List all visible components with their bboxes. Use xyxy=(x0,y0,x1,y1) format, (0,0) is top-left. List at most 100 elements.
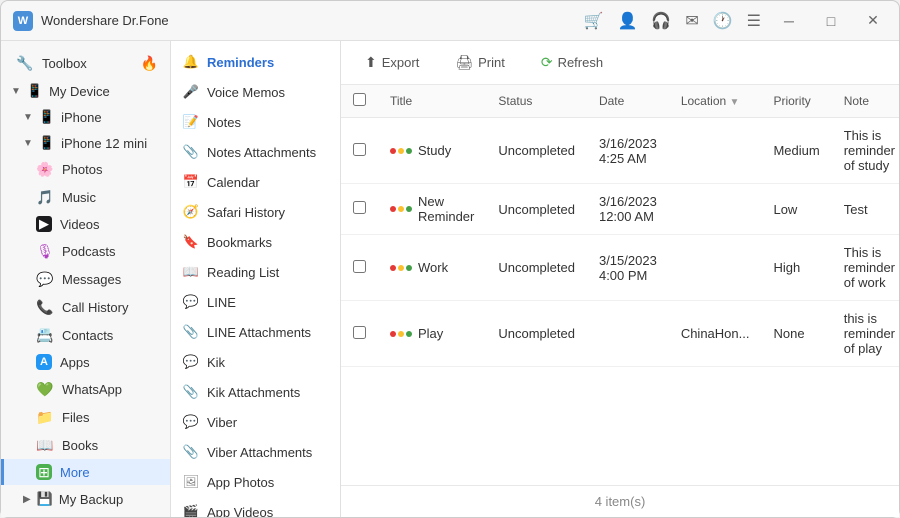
refresh-button[interactable]: ⟳ Refresh xyxy=(533,50,611,75)
row-checkbox-0[interactable] xyxy=(353,143,366,156)
history-icon[interactable]: 🕐 xyxy=(713,11,733,31)
minimize-button[interactable]: ─ xyxy=(775,7,803,35)
mid-label-bookmarks: Bookmarks xyxy=(207,235,272,250)
sidebar-item-apps[interactable]: A Apps xyxy=(1,349,170,375)
reminders-icon: 🔔 xyxy=(183,54,199,70)
sidebar-item-mydevice[interactable]: ▼ 📱 My Device xyxy=(1,77,170,103)
titlebar-actions: 🛒 👤 🎧 ✉ 🕐 ☰ ─ □ ✕ xyxy=(584,7,887,35)
sidebar-item-whatsapp[interactable]: 💚 WhatsApp xyxy=(1,375,170,403)
sidebar-item-callhistory[interactable]: 📞 Call History xyxy=(1,293,170,321)
mid-item-safarihistory[interactable]: 🧭 Safari History xyxy=(171,197,340,227)
sidebar-item-iphone[interactable]: ▼ 📱 iPhone xyxy=(1,103,170,129)
sidebar-item-files[interactable]: 📁 Files xyxy=(1,403,170,431)
toggle-icon: ▼ xyxy=(11,86,21,97)
mid-item-line[interactable]: 💬 LINE xyxy=(171,287,340,317)
mid-item-notes[interactable]: 📝 Notes xyxy=(171,107,340,137)
table-row[interactable]: New Reminder Uncompleted 3/16/2023 12:00… xyxy=(341,184,899,235)
kik-icon: 💬 xyxy=(183,354,199,370)
viber-icon: 💬 xyxy=(183,414,199,430)
user-icon[interactable]: 👤 xyxy=(617,11,637,31)
sidebar-label-videos: Videos xyxy=(60,217,100,232)
export-button[interactable]: ⬆ Export xyxy=(357,50,427,75)
sidebar-item-toolbox[interactable]: 🔧 Toolbox 🔥 xyxy=(1,49,170,77)
sidebar-label-mybackup: My Backup xyxy=(59,492,123,507)
line-icon: 💬 xyxy=(183,294,199,310)
whatsapp-icon: 💚 xyxy=(36,380,54,398)
table-row[interactable]: Study Uncompleted 3/16/2023 4:25 AM Medi… xyxy=(341,118,899,184)
toggle-iphone-icon: ▼ xyxy=(23,112,33,123)
sidebar-item-podcasts[interactable]: 🎙 Podcasts xyxy=(1,237,170,265)
sidebar-item-mybackup[interactable]: ▶ 💾 My Backup xyxy=(1,485,170,511)
row-location xyxy=(669,118,762,184)
podcasts-icon: 🎙 xyxy=(36,242,54,260)
sidebar-item-books[interactable]: 📖 Books xyxy=(1,431,170,459)
table-row[interactable]: Play Uncompleted ChinaHon... None this i… xyxy=(341,301,899,367)
apps-icon: A xyxy=(36,354,52,370)
mail-icon[interactable]: ✉ xyxy=(685,11,698,31)
row-date xyxy=(587,301,669,367)
mid-label-notes: Notes xyxy=(207,115,241,130)
row-status: Uncompleted xyxy=(486,184,587,235)
menu-icon[interactable]: ☰ xyxy=(747,11,761,31)
row-checkbox-cell xyxy=(341,235,378,301)
maximize-button[interactable]: □ xyxy=(817,7,845,35)
sidebar-item-photos[interactable]: 🌸 Photos xyxy=(1,155,170,183)
print-label: Print xyxy=(478,55,505,70)
mid-item-appphotos[interactable]: 🖼 App Photos xyxy=(171,467,340,497)
mid-item-kikattachments[interactable]: 📎 Kik Attachments xyxy=(171,377,340,407)
mid-item-kik[interactable]: 💬 Kik xyxy=(171,347,340,377)
mid-item-voicememos[interactable]: 🎤 Voice Memos xyxy=(171,77,340,107)
headphone-icon[interactable]: 🎧 xyxy=(651,11,671,31)
row-status: Uncompleted xyxy=(486,301,587,367)
calendar-icon: 📅 xyxy=(183,174,199,190)
sidebar-item-music[interactable]: 🎵 Music xyxy=(1,183,170,211)
export-label: Export xyxy=(382,55,420,70)
mid-item-appvideos[interactable]: 🎬 App Videos xyxy=(171,497,340,517)
location-sort-icon: ▼ xyxy=(730,97,740,108)
sidebar-label-toolbox: Toolbox xyxy=(42,56,87,71)
cart-icon[interactable]: 🛒 xyxy=(584,11,604,31)
appphotos-icon: 🖼 xyxy=(183,474,199,490)
sidebar-label-files: Files xyxy=(62,410,89,425)
header-date: Date xyxy=(587,85,669,118)
mid-panel: 🔔 Reminders 🎤 Voice Memos 📝 Notes 📎 Note… xyxy=(171,41,341,517)
voicememos-icon: 🎤 xyxy=(183,84,199,100)
row-note: This is reminder of study xyxy=(832,118,899,184)
content-area: ⬆ Export 🖨 Print ⟳ Refresh Title xyxy=(341,41,899,517)
refresh-label: Refresh xyxy=(558,55,604,70)
sidebar-item-more[interactable]: ⊞ More xyxy=(1,459,170,485)
mid-item-notesattachments[interactable]: 📎 Notes Attachments xyxy=(171,137,340,167)
mid-label-safarihistory: Safari History xyxy=(207,205,285,220)
sidebar-label-iphone12: iPhone 12 mini xyxy=(61,136,147,151)
sidebar-label-more: More xyxy=(60,465,90,480)
row-checkbox-1[interactable] xyxy=(353,201,366,214)
refresh-icon: ⟳ xyxy=(541,54,553,71)
mid-label-line: LINE xyxy=(207,295,236,310)
toggle-mybackup-icon: ▶ xyxy=(23,494,31,505)
safarihistory-icon: 🧭 xyxy=(183,204,199,220)
mid-item-viberattachments[interactable]: 📎 Viber Attachments xyxy=(171,437,340,467)
sidebar-item-contacts[interactable]: 📇 Contacts xyxy=(1,321,170,349)
readinglist-icon: 📖 xyxy=(183,264,199,280)
mid-item-lineattachments[interactable]: 📎 LINE Attachments xyxy=(171,317,340,347)
sidebar-item-videos[interactable]: ▶ Videos xyxy=(1,211,170,237)
row-date: 3/16/2023 4:25 AM xyxy=(587,118,669,184)
close-button[interactable]: ✕ xyxy=(859,7,887,35)
music-icon: 🎵 xyxy=(36,188,54,206)
row-checkbox-2[interactable] xyxy=(353,260,366,273)
header-location[interactable]: Location ▼ xyxy=(669,85,762,118)
mid-item-readinglist[interactable]: 📖 Reading List xyxy=(171,257,340,287)
select-all-checkbox[interactable] xyxy=(353,93,366,106)
mid-item-bookmarks[interactable]: 🔖 Bookmarks xyxy=(171,227,340,257)
row-checkbox-3[interactable] xyxy=(353,326,366,339)
print-button[interactable]: 🖨 Print xyxy=(447,50,513,75)
sidebar-item-screenmirror[interactable]: 🖥 Screen Mirror xyxy=(1,511,170,517)
sidebar-item-messages[interactable]: 💬 Messages xyxy=(1,265,170,293)
mid-item-calendar[interactable]: 📅 Calendar xyxy=(171,167,340,197)
row-priority: None xyxy=(761,301,831,367)
mid-item-reminders[interactable]: 🔔 Reminders xyxy=(171,47,340,77)
sidebar-item-iphone12[interactable]: ▼ 📱 iPhone 12 mini xyxy=(1,129,170,155)
sidebar-label-contacts: Contacts xyxy=(62,328,113,343)
table-row[interactable]: Work Uncompleted 3/15/2023 4:00 PM High … xyxy=(341,235,899,301)
mid-item-viber[interactable]: 💬 Viber xyxy=(171,407,340,437)
